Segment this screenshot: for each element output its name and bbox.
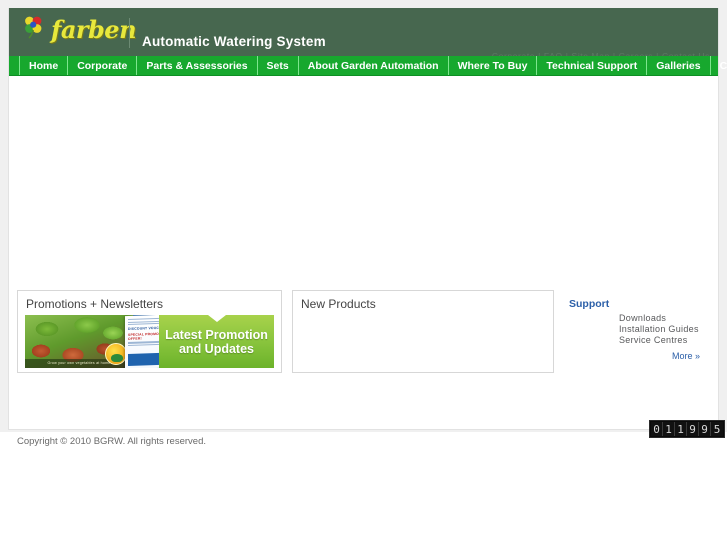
promotions-cta[interactable]: Latest Promotion and Updates	[159, 315, 274, 368]
utility-links: Corporate | FAQ | Site Map | Careers | Contact U…	[492, 51, 710, 56]
counter-digit: 9	[687, 422, 699, 436]
site-header: farben Automatic Watering System Corpora…	[9, 8, 718, 56]
support-link-service-centres[interactable]: Service Centres	[619, 335, 714, 345]
promotions-cta-line1: Latest Promotion	[165, 327, 268, 342]
promotions-panel: Promotions + Newsletters Grow your own v…	[17, 290, 282, 373]
counter-digit: 0	[651, 422, 663, 436]
support-more-wrapper: More »	[569, 346, 714, 364]
visitor-counter: 0 1 1 9 9 5	[649, 420, 725, 438]
page-title: Automatic Watering System	[142, 34, 326, 49]
nav-item-about-garden-automation[interactable]: About Garden Automation	[299, 56, 449, 75]
promotions-cta-line2: and Updates	[178, 341, 254, 356]
promotions-cta-notch-icon	[207, 315, 226, 322]
main-navigation: Home Corporate Parts & Assessories Sets …	[9, 56, 727, 76]
logo-wordmark: farben	[51, 14, 137, 44]
utility-link-faq[interactable]: FAQ	[544, 51, 563, 56]
support-link-installation-guides[interactable]: Installation Guides	[619, 324, 714, 334]
site-container: farben Automatic Watering System Corpora…	[8, 8, 727, 447]
nav-item-galleries[interactable]: Galleries	[647, 56, 711, 75]
support-section: Support Downloads Installation Guides Se…	[569, 298, 714, 364]
nav-item-where-to-buy[interactable]: Where To Buy	[449, 56, 538, 75]
utility-separator: |	[538, 51, 541, 56]
utility-separator: |	[612, 51, 616, 56]
copyright-text: Copyright © 2010 BGRW. All rights reserv…	[17, 436, 206, 447]
promotions-banner[interactable]: Grow your own vegetables at home DISCOUN…	[25, 315, 274, 368]
support-link-downloads[interactable]: Downloads	[619, 313, 714, 323]
nav-item-contact[interactable]: Contact	[711, 56, 727, 75]
promotions-panel-title: Promotions + Newsletters	[26, 297, 164, 311]
counter-digit: 1	[663, 422, 675, 436]
nav-item-home[interactable]: Home	[19, 56, 69, 75]
utility-separator: |	[565, 51, 569, 56]
utility-link-corporate[interactable]: Corporate	[492, 51, 535, 56]
counter-digit: 1	[675, 422, 687, 436]
new-products-panel-title: New Products	[301, 297, 376, 311]
content-panels: Promotions + Newsletters Grow your own v…	[17, 290, 554, 373]
support-more-link[interactable]: More »	[672, 351, 700, 361]
support-link-list: Downloads Installation Guides Service Ce…	[569, 313, 714, 345]
utility-separator: |	[656, 51, 659, 56]
main-content: Promotions + Newsletters Grow your own v…	[9, 76, 718, 429]
utility-link-contact-us[interactable]: Contact Us	[662, 51, 710, 56]
header-divider	[129, 18, 130, 48]
nav-item-technical-support[interactable]: Technical Support	[537, 56, 648, 75]
promotions-cta-text: Latest Promotion and Updates	[165, 328, 268, 356]
site-logo[interactable]: farben	[21, 14, 137, 45]
utility-link-site-map[interactable]: Site Map	[572, 51, 610, 56]
utility-link-careers[interactable]: Careers	[619, 51, 653, 56]
promotions-seal-badge	[105, 343, 127, 365]
nav-item-parts-assessories[interactable]: Parts & Assessories	[137, 56, 258, 75]
counter-digit: 5	[711, 422, 723, 436]
nav-item-sets[interactable]: Sets	[258, 56, 299, 75]
promotions-photo: Grow your own vegetables at home	[25, 315, 133, 368]
site-footer: Copyright © 2010 BGRW. All rights reserv…	[9, 420, 725, 450]
new-products-panel: New Products	[292, 290, 554, 373]
support-heading: Support	[569, 298, 610, 310]
nav-item-corporate[interactable]: Corporate	[68, 56, 138, 75]
counter-digit: 9	[699, 422, 711, 436]
flower-icon	[21, 14, 47, 45]
